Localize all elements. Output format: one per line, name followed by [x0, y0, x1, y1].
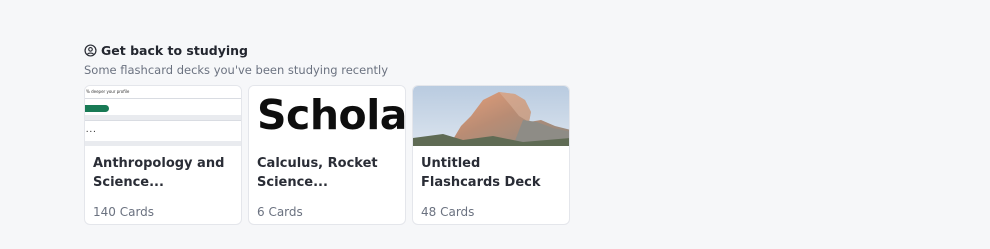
deck-card-count: 6 Cards — [257, 205, 303, 219]
thumbnail-logo-text: Scholar — [257, 91, 405, 139]
thumbnail-button-graphic — [85, 105, 109, 112]
deck-card-list: % deeper your profile • • • Anthropology… — [84, 85, 576, 225]
deck-card[interactable]: Scholar Calculus, Rocket Science... 6 Ca… — [248, 85, 406, 225]
thumbnail-text: % deeper your profile — [86, 89, 130, 94]
deck-title: Calculus, Rocket Science... — [257, 156, 378, 190]
recent-decks-section: Get back to studying Some flashcard deck… — [84, 42, 388, 78]
deck-card[interactable]: % deeper your profile • • • Anthropology… — [84, 85, 242, 225]
section-title: Get back to studying — [101, 42, 248, 58]
deck-thumbnail: % deeper your profile • • • — [85, 86, 241, 146]
deck-thumbnail-mountain-photo — [413, 86, 569, 146]
thumbnail-text: • • • — [86, 129, 96, 134]
deck-card-count: 140 Cards — [93, 205, 155, 219]
deck-title: Anthropology and Science... — [93, 156, 225, 190]
deck-thumbnail: Scholar — [249, 86, 405, 146]
section-heading: Get back to studying — [84, 42, 388, 58]
deck-card[interactable]: Untitled Flashcards Deck 48 Cards — [412, 85, 570, 225]
user-circle-icon — [84, 43, 97, 57]
section-subtitle: Some flashcard decks you've been studyin… — [84, 63, 388, 77]
mountain-image — [413, 86, 569, 146]
deck-card-count: 48 Cards — [421, 205, 475, 219]
deck-title: Untitled Flashcards Deck — [421, 156, 541, 190]
